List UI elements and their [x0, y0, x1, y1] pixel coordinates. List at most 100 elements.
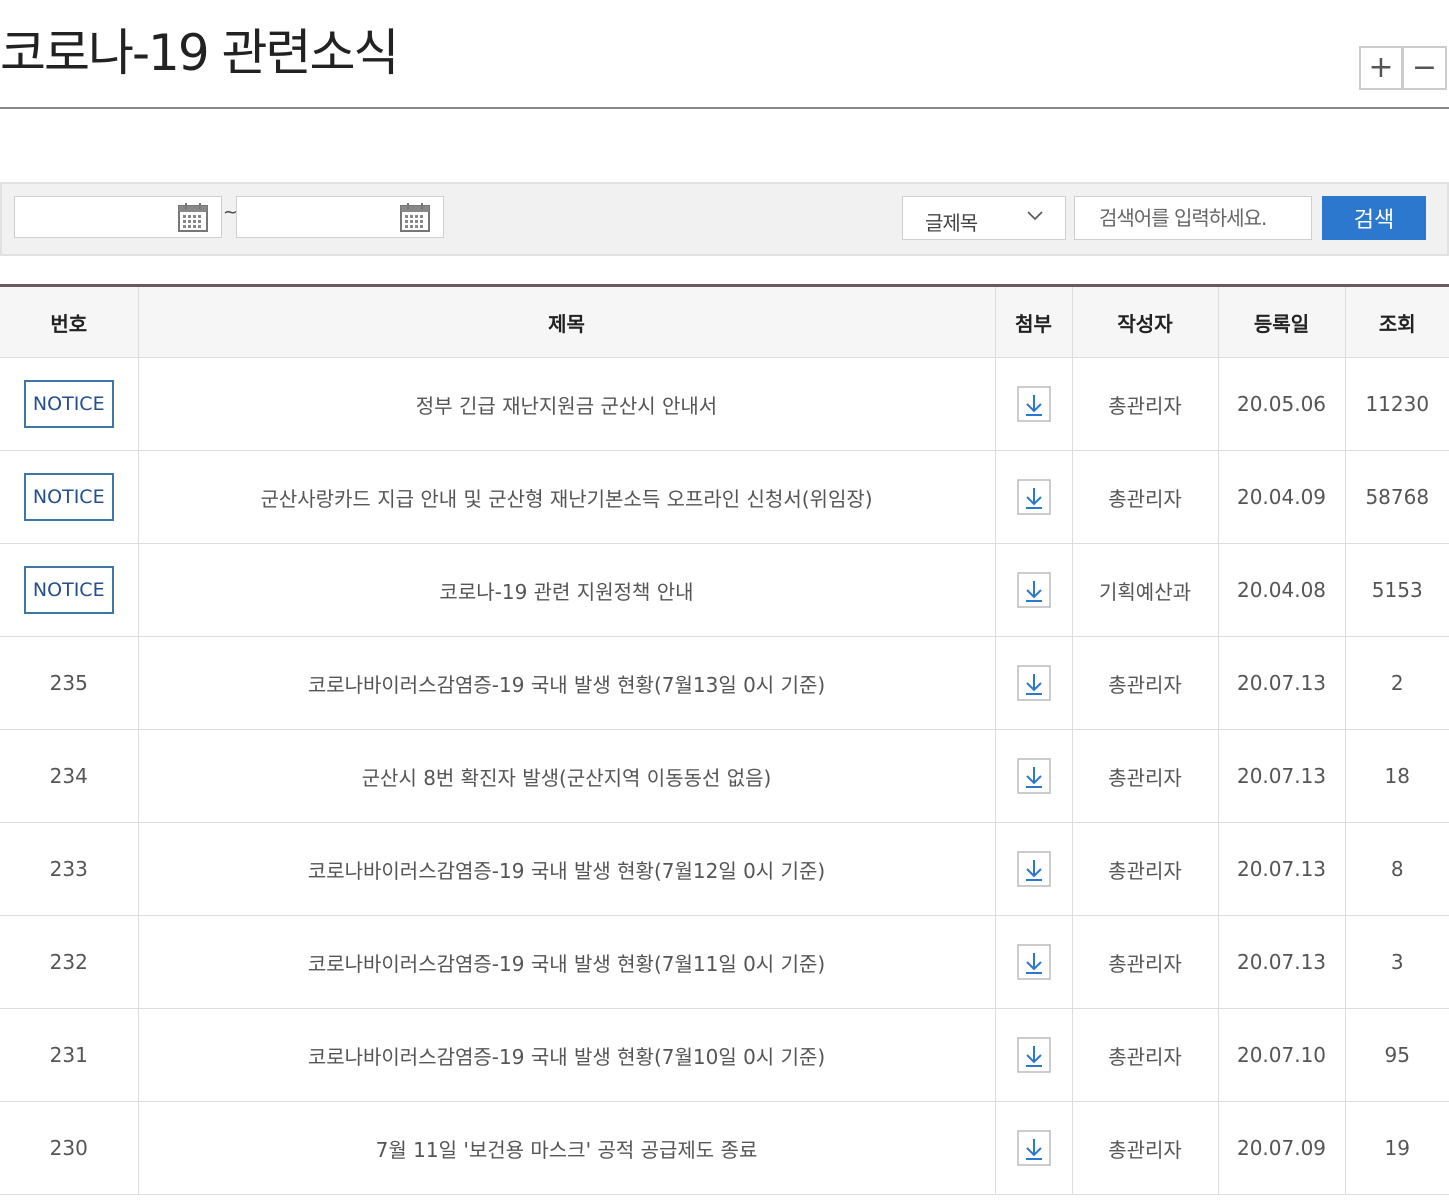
- font-increase-button[interactable]: +: [1359, 46, 1403, 90]
- table-header-row: 번호 제목 첨부 작성자 등록일 조회: [0, 285, 1449, 358]
- cell-date: 20.04.09: [1217, 450, 1345, 544]
- calendar-icon[interactable]: [399, 201, 431, 233]
- download-icon[interactable]: [1016, 944, 1051, 980]
- cell-number: 233: [0, 822, 138, 916]
- post-title-link[interactable]: 정부 긴급 재난지원금 군산시 안내서: [137, 357, 995, 451]
- download-icon[interactable]: [1016, 479, 1051, 515]
- download-icon[interactable]: [1016, 386, 1051, 422]
- table-row[interactable]: 235 코로나바이러스감염증-19 국내 발생 현황(7월13일 0시 기준) 총관…: [0, 636, 1449, 730]
- cell-author: 총관리자: [1071, 636, 1218, 730]
- cell-views: 18: [1344, 729, 1449, 823]
- notice-badge: NOTICE: [23, 566, 114, 614]
- cell-author: 총관리자: [1071, 915, 1218, 1009]
- cell-number: 234: [0, 729, 138, 823]
- cell-views: 5153: [1344, 543, 1449, 637]
- row-number: 232: [49, 950, 88, 974]
- cell-number: 230: [0, 1101, 138, 1195]
- cell-attachment: [994, 636, 1072, 730]
- cell-views: 2: [1344, 636, 1449, 730]
- notice-badge: NOTICE: [23, 473, 114, 521]
- cell-author: 총관리자: [1071, 729, 1218, 823]
- search-field-selected: 글제목: [925, 211, 978, 235]
- cell-attachment: [994, 450, 1072, 544]
- row-number: 233: [49, 857, 88, 881]
- cell-attachment: [994, 1101, 1072, 1195]
- chevron-down-icon: [1027, 211, 1043, 221]
- cell-number: NOTICE: [0, 357, 138, 451]
- cell-date: 20.07.13: [1217, 729, 1345, 823]
- date-from-field[interactable]: [14, 196, 222, 238]
- post-title-link[interactable]: 코로나바이러스감염증-19 국내 발생 현황(7월11일 0시 기준): [137, 915, 995, 1009]
- cell-date: 20.07.13: [1217, 636, 1345, 730]
- font-decrease-button[interactable]: −: [1403, 46, 1447, 90]
- cell-views: 19: [1344, 1101, 1449, 1195]
- cell-attachment: [994, 357, 1072, 451]
- cell-number: 231: [0, 1008, 138, 1102]
- post-title-link[interactable]: 군산시 8번 확진자 발생(군산지역 이동동선 없음): [137, 729, 995, 823]
- cell-number: NOTICE: [0, 543, 138, 637]
- post-title-link[interactable]: 코로나-19 관련 지원정책 안내: [137, 543, 995, 637]
- table-row[interactable]: 230 7월 11일 '보건용 마스크' 공적 공급제도 종료 총관리자 20.07.…: [0, 1101, 1449, 1195]
- download-icon[interactable]: [1016, 758, 1051, 794]
- notice-badge: NOTICE: [23, 380, 114, 428]
- cell-number: 235: [0, 636, 138, 730]
- table-row[interactable]: NOTICE 코로나-19 관련 지원정책 안내 기획예산과 20.04.08 5153: [0, 543, 1449, 637]
- cell-author: 총관리자: [1071, 357, 1218, 451]
- calendar-icon[interactable]: [177, 201, 209, 233]
- header-views: 조회: [1344, 285, 1449, 358]
- board-table: 번호 제목 첨부 작성자 등록일 조회 NOTICE 정부 긴급 재난지원금 군산…: [0, 284, 1449, 1195]
- table-row[interactable]: 234 군산시 8번 확진자 발생(군산지역 이동동선 없음) 총관리자 20.07.…: [0, 729, 1449, 823]
- post-title-link[interactable]: 코로나바이러스감염증-19 국내 발생 현황(7월12일 0시 기준): [137, 822, 995, 916]
- row-number: 230: [49, 1136, 88, 1160]
- cell-date: 20.07.10: [1217, 1008, 1345, 1102]
- cell-views: 3: [1344, 915, 1449, 1009]
- post-title-link[interactable]: 군산사랑카드 지급 안내 및 군산형 재난기본소득 오프라인 신청서(위임장): [137, 450, 995, 544]
- search-button[interactable]: 검색: [1322, 196, 1426, 240]
- table-row[interactable]: 232 코로나바이러스감염증-19 국내 발생 현황(7월11일 0시 기준) 총관…: [0, 915, 1449, 1009]
- cell-author: 기획예산과: [1071, 543, 1218, 637]
- cell-views: 11230: [1344, 357, 1449, 451]
- table-row[interactable]: 231 코로나바이러스감염증-19 국내 발생 현황(7월10일 0시 기준) 총관…: [0, 1008, 1449, 1102]
- cell-date: 20.07.13: [1217, 915, 1345, 1009]
- table-row[interactable]: 233 코로나바이러스감염증-19 국내 발생 현황(7월12일 0시 기준) 총관…: [0, 822, 1449, 916]
- cell-attachment: [994, 543, 1072, 637]
- post-title-link[interactable]: 코로나바이러스감염증-19 국내 발생 현황(7월10일 0시 기준): [137, 1008, 995, 1102]
- cell-attachment: [994, 915, 1072, 1009]
- cell-attachment: [994, 822, 1072, 916]
- cell-date: 20.07.09: [1217, 1101, 1345, 1195]
- cell-views: 58768: [1344, 450, 1449, 544]
- row-number: 235: [49, 671, 88, 695]
- header-date: 등록일: [1217, 285, 1345, 358]
- title-divider: [0, 107, 1449, 109]
- cell-date: 20.04.08: [1217, 543, 1345, 637]
- cell-author: 총관리자: [1071, 1008, 1218, 1102]
- download-icon[interactable]: [1016, 851, 1051, 887]
- cell-author: 총관리자: [1071, 822, 1218, 916]
- cell-number: NOTICE: [0, 450, 138, 544]
- download-icon[interactable]: [1016, 572, 1051, 608]
- download-icon[interactable]: [1016, 1130, 1051, 1166]
- font-size-control: + −: [1359, 46, 1447, 90]
- cell-date: 20.07.13: [1217, 822, 1345, 916]
- search-field-select[interactable]: 글제목: [902, 196, 1066, 240]
- cell-views: 95: [1344, 1008, 1449, 1102]
- header-author: 작성자: [1071, 285, 1218, 358]
- date-to-field[interactable]: [236, 196, 444, 238]
- page-title: 코로나-19 관련소식: [0, 24, 400, 82]
- cell-author: 총관리자: [1071, 1101, 1218, 1195]
- cell-attachment: [994, 1008, 1072, 1102]
- cell-author: 총관리자: [1071, 450, 1218, 544]
- search-bar: ~ 글제목 검색: [0, 182, 1449, 256]
- header-number: 번호: [0, 285, 138, 358]
- header-attachment: 첨부: [994, 285, 1072, 358]
- post-title-link[interactable]: 7월 11일 '보건용 마스크' 공적 공급제도 종료: [137, 1101, 995, 1195]
- download-icon[interactable]: [1016, 1037, 1051, 1073]
- header-title: 제목: [137, 285, 995, 358]
- post-title-link[interactable]: 코로나바이러스감염증-19 국내 발생 현황(7월13일 0시 기준): [137, 636, 995, 730]
- cell-date: 20.05.06: [1217, 357, 1345, 451]
- row-number: 234: [49, 764, 88, 788]
- table-row[interactable]: NOTICE 군산사랑카드 지급 안내 및 군산형 재난기본소득 오프라인 신청서…: [0, 450, 1449, 544]
- download-icon[interactable]: [1016, 665, 1051, 701]
- search-input[interactable]: [1074, 196, 1312, 240]
- table-row[interactable]: NOTICE 정부 긴급 재난지원금 군산시 안내서 총관리자 20.05.06 112…: [0, 357, 1449, 451]
